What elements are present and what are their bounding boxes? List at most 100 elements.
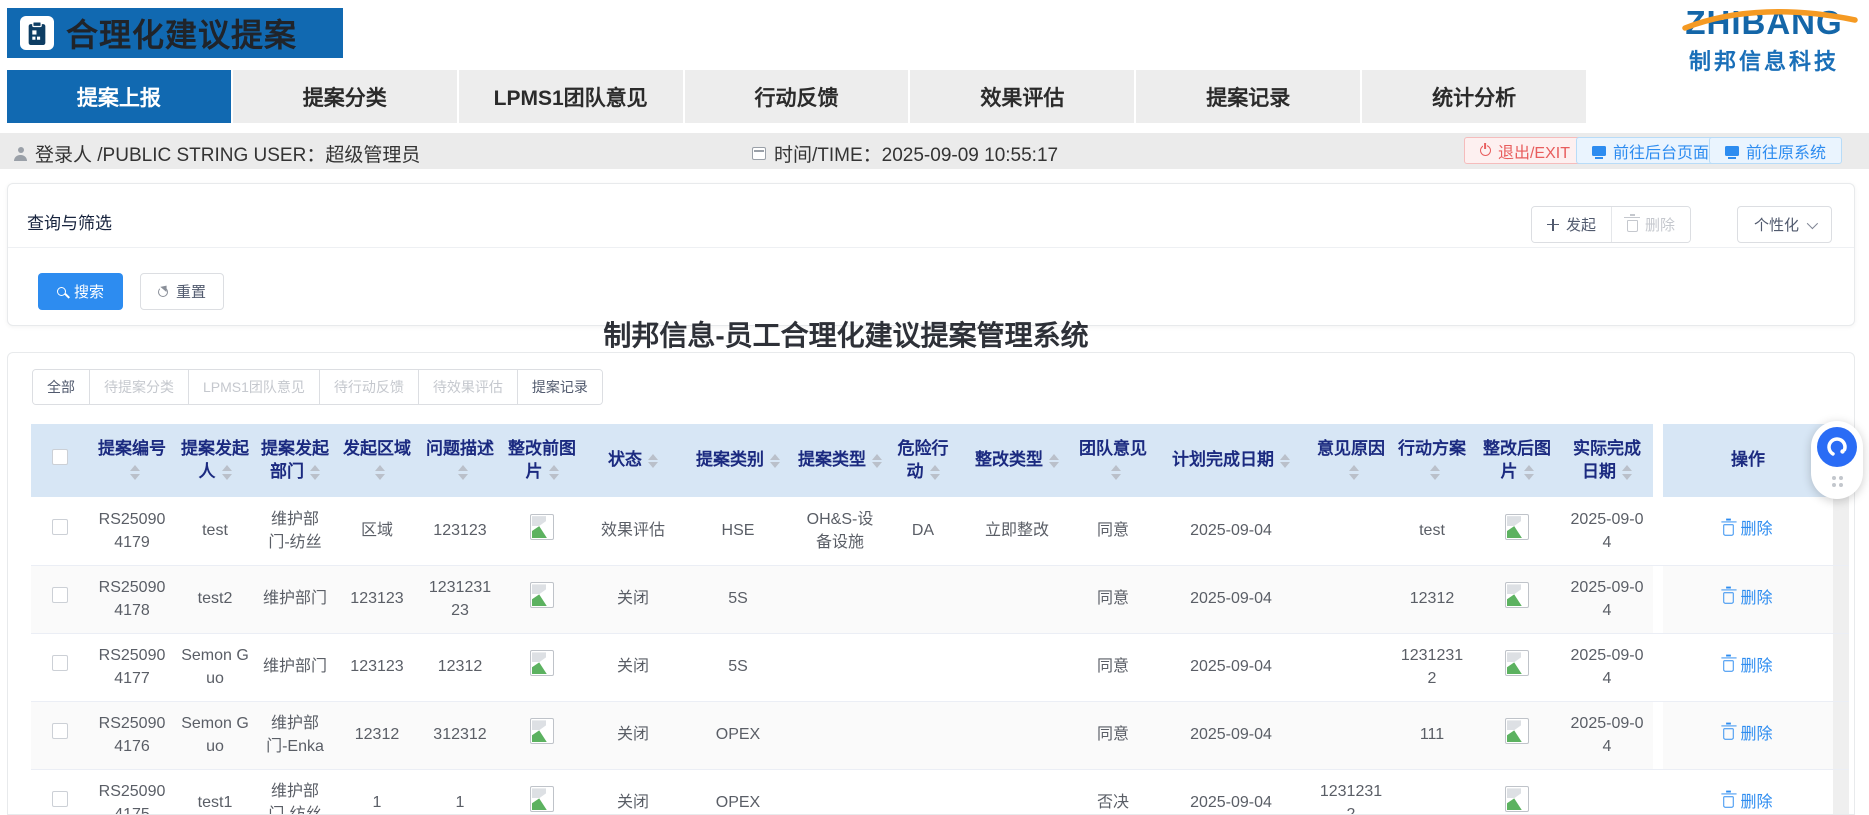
image-placeholder-icon[interactable] [530, 718, 554, 744]
col-plan-date[interactable]: 计划完成日期 [1151, 424, 1311, 497]
floating-assistant-widget [1811, 421, 1863, 499]
col-rectify-type[interactable]: 整改类型 [959, 424, 1075, 497]
sort-icon[interactable] [130, 465, 140, 480]
filter-to-classify[interactable]: 待提案分类 [90, 370, 189, 404]
image-placeholder-icon[interactable] [1505, 582, 1529, 608]
tab-action-feedback[interactable]: 行动反馈 [685, 70, 911, 123]
sort-icon[interactable] [1524, 465, 1534, 480]
col-dept[interactable]: 提案发起部门 [255, 424, 335, 497]
drag-handle-icon[interactable] [1832, 476, 1843, 487]
row-checkbox[interactable] [52, 791, 68, 807]
fixed-column-gap [1653, 424, 1663, 497]
trash-icon [1724, 524, 1734, 535]
monitor-icon [1592, 146, 1606, 156]
sort-icon[interactable] [549, 465, 559, 480]
image-placeholder-icon[interactable] [530, 650, 554, 676]
row-checkbox[interactable] [52, 587, 68, 603]
reset-button[interactable]: 重置 [140, 273, 224, 310]
tab-proposal-submit[interactable]: 提案上报 [7, 70, 233, 123]
proposal-table: 提案编号 提案发起人 提案发起部门 发起区域 问题描述 整改前图片 状态 提案类… [31, 424, 1849, 815]
delete-row-button[interactable]: 删除 [1723, 723, 1772, 746]
col-danger-action[interactable]: 危险行动 [887, 424, 959, 497]
delete-row-button[interactable]: 删除 [1723, 518, 1772, 541]
row-checkbox[interactable] [52, 723, 68, 739]
app-title: 合理化建议提案 [66, 10, 297, 56]
clipboard-icon [20, 16, 54, 50]
sort-icon[interactable] [770, 454, 780, 469]
col-status[interactable]: 状态 [583, 424, 683, 497]
go-origin-system-button[interactable]: 前往原系统 [1709, 137, 1842, 164]
col-problem-desc[interactable]: 问题描述 [419, 424, 501, 497]
row-checkbox[interactable] [52, 655, 68, 671]
trash-icon [1724, 729, 1734, 740]
col-area[interactable]: 发起区域 [335, 424, 419, 497]
filter-record[interactable]: 提案记录 [518, 370, 602, 404]
go-backend-button[interactable]: 前往后台页面 [1576, 137, 1725, 164]
time-info: 时间/TIME：2025-09-09 10:55:17 [752, 140, 1058, 167]
launch-button[interactable]: 发起 [1532, 207, 1611, 242]
sort-icon[interactable] [872, 454, 882, 469]
filter-to-feedback[interactable]: 待行动反馈 [320, 370, 419, 404]
col-category[interactable]: 提案类别 [683, 424, 793, 497]
col-opinion-reason[interactable]: 意见原因 [1311, 424, 1391, 497]
app-brand: 合理化建议提案 [7, 8, 343, 58]
tab-statistics[interactable]: 统计分析 [1362, 70, 1588, 123]
sort-icon[interactable] [375, 465, 385, 480]
tab-effect-evaluate[interactable]: 效果评估 [910, 70, 1136, 123]
exit-button[interactable]: 退出/EXIT [1464, 137, 1586, 164]
image-placeholder-icon[interactable] [530, 582, 554, 608]
search-button[interactable]: 搜索 [38, 273, 123, 310]
sort-icon[interactable] [1430, 465, 1440, 480]
sort-icon[interactable] [930, 465, 940, 480]
col-proposal-no[interactable]: 提案编号 [89, 424, 175, 497]
sort-icon[interactable] [1049, 454, 1059, 469]
table-row: RS250904178test2维护部门 123123123123123 关闭5… [31, 565, 1849, 633]
col-before-image[interactable]: 整改前图片 [501, 424, 583, 497]
delete-button[interactable]: 删除 [1611, 207, 1690, 242]
image-placeholder-icon[interactable] [1505, 650, 1529, 676]
sort-icon[interactable] [648, 454, 658, 469]
sort-icon[interactable] [1280, 454, 1290, 469]
sort-icon[interactable] [1111, 465, 1121, 480]
table-row: RS250904176Semon Guo维护部门-Enka 1231231231… [31, 701, 1849, 769]
chevron-down-icon [1807, 217, 1818, 228]
filter-lpms1-opinion[interactable]: LPMS1团队意见 [189, 370, 320, 404]
col-proposer[interactable]: 提案发起人 [175, 424, 255, 497]
sort-icon[interactable] [310, 465, 320, 480]
sort-icon[interactable] [1622, 465, 1632, 480]
delete-row-button[interactable]: 删除 [1723, 791, 1772, 814]
image-placeholder-icon[interactable] [1505, 786, 1529, 812]
image-placeholder-icon[interactable] [1505, 514, 1529, 540]
tab-proposal-classify[interactable]: 提案分类 [233, 70, 459, 123]
image-placeholder-icon[interactable] [530, 514, 554, 540]
calendar-icon [752, 147, 766, 160]
query-filter-panel: 查询与筛选 发起 删除 个性化 搜索 重置 [7, 183, 1855, 326]
search-icon [57, 287, 66, 296]
query-panel-title: 查询与筛选 [27, 209, 112, 234]
tab-lpms1-team-opinion[interactable]: LPMS1团队意见 [459, 70, 685, 123]
sort-icon[interactable] [222, 465, 232, 480]
filter-all[interactable]: 全部 [33, 370, 90, 404]
col-team-opinion[interactable]: 团队意见 [1075, 424, 1151, 497]
col-action-plan[interactable]: 行动方案 [1391, 424, 1473, 497]
login-user-info: 登录人 /PUBLIC STRING USER：超级管理员 [14, 140, 420, 167]
sort-icon[interactable] [1349, 465, 1359, 480]
col-type[interactable]: 提案类型 [793, 424, 887, 497]
personalize-button[interactable]: 个性化 [1737, 206, 1832, 243]
image-placeholder-icon[interactable] [530, 786, 554, 812]
main-tab-bar: 提案上报 提案分类 LPMS1团队意见 行动反馈 效果评估 提案记录 统计分析 [7, 70, 1588, 123]
delete-row-button[interactable]: 删除 [1723, 587, 1772, 610]
launch-delete-group: 发起 删除 [1531, 206, 1691, 243]
sort-icon[interactable] [458, 465, 468, 480]
tab-proposal-record[interactable]: 提案记录 [1136, 70, 1362, 123]
col-after-image[interactable]: 整改后图片 [1473, 424, 1561, 497]
filter-to-evaluate[interactable]: 待效果评估 [419, 370, 518, 404]
image-placeholder-icon[interactable] [1505, 718, 1529, 744]
row-checkbox[interactable] [52, 519, 68, 535]
select-all-checkbox[interactable] [52, 449, 68, 465]
table-row: RS250904179test维护部门-纺丝 区域123123 效果评估HSEO… [31, 497, 1849, 565]
col-actual-date[interactable]: 实际完成日期 [1561, 424, 1653, 497]
assistant-icon[interactable] [1817, 427, 1857, 467]
trash-icon [1627, 220, 1638, 232]
delete-row-button[interactable]: 删除 [1723, 655, 1772, 678]
